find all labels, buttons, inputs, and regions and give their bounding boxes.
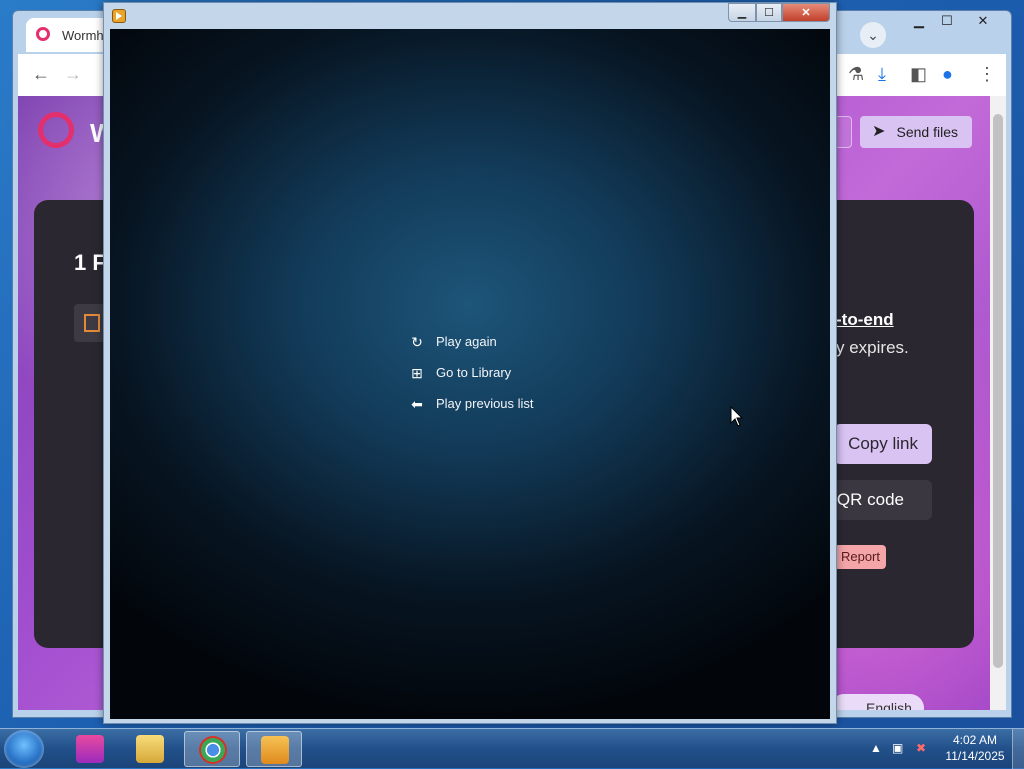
scrollbar-thumb[interactable] [993,114,1003,668]
wormhole-logo-icon[interactable] [38,112,74,148]
media-player-icon [261,736,289,764]
card-heading: 1 F [74,250,106,275]
profile-avatar-icon[interactable]: ● [942,64,953,85]
browser-maximize-button[interactable]: ☐ [934,12,960,30]
qr-code-button[interactable]: QR code [834,480,932,520]
media-player-app-icon[interactable] [112,9,126,23]
side-panel-icon[interactable]: ◧ [910,64,927,85]
media-player-window: ▁ ☐ ✕ ↻ Play again ⊞ Go to Library ⬅ Pla… [103,2,837,724]
browser-close-button[interactable]: ✕ [970,12,996,30]
start-button[interactable] [4,730,44,768]
tab-title: Wormh [62,28,104,43]
forward-arrow-icon[interactable]: → [64,64,82,85]
taskbar: ▲ ▣ ✖ 4:02 AM 11/14/2025 [0,728,1024,769]
clock-date[interactable]: 11/14/2025 [940,749,1010,763]
menu-item-label: Play previous list [436,396,534,411]
player-close-button[interactable]: ✕ [782,3,830,22]
menu-item-label: Play again [436,334,497,349]
labs-flask-icon[interactable]: ⚗ [848,64,864,85]
browser-menu-kebab-icon[interactable]: ⋮ [978,64,996,85]
taskbar-app-fox[interactable] [62,731,118,767]
player-minimize-button[interactable]: ▁ [728,3,756,22]
copy-link-button[interactable]: Copy link [834,424,932,464]
volume-muted-icon[interactable]: ✖ [916,741,926,755]
library-icon: ⊞ [411,365,423,381]
fox-app-icon [76,735,104,763]
send-files-button[interactable]: ➤ Send files [860,116,972,148]
show-hidden-icons-icon[interactable]: ▲ [870,741,882,755]
clock-time[interactable]: 4:02 AM [940,733,1010,747]
tab-search-chevron-icon[interactable]: ⌄ [860,22,886,48]
taskbar-chrome[interactable] [184,731,240,767]
report-button[interactable]: Report [834,545,886,569]
language-label: English [866,700,912,710]
folder-icon [136,735,164,763]
send-arrow-icon: ➤ [872,123,886,140]
downloads-icon[interactable]: ⤓ [878,64,886,85]
taskbar-media-player[interactable] [246,731,302,767]
replay-icon: ↻ [411,334,423,350]
taskbar-file-explorer[interactable] [122,731,178,767]
player-content-area: ↻ Play again ⊞ Go to Library ⬅ Play prev… [110,29,830,719]
file-icon [84,314,100,332]
network-icon[interactable]: ▣ [892,741,903,755]
expiry-text: y expires. [836,338,909,357]
player-maximize-button[interactable]: ☐ [756,3,782,22]
language-button[interactable]: English [830,694,924,710]
menu-item-label: Go to Library [436,365,512,380]
back-arrow-icon[interactable]: ← [32,64,50,85]
browser-minimize-button[interactable]: ▁ [906,12,932,30]
show-desktop-button[interactable] [1012,729,1024,769]
send-files-label: Send files [896,124,958,140]
back-arrow-icon: ⬅ [411,396,423,412]
end-to-end-link[interactable]: -to-end [836,310,894,330]
wormhole-favicon-icon [36,27,50,41]
chrome-icon [199,736,227,764]
